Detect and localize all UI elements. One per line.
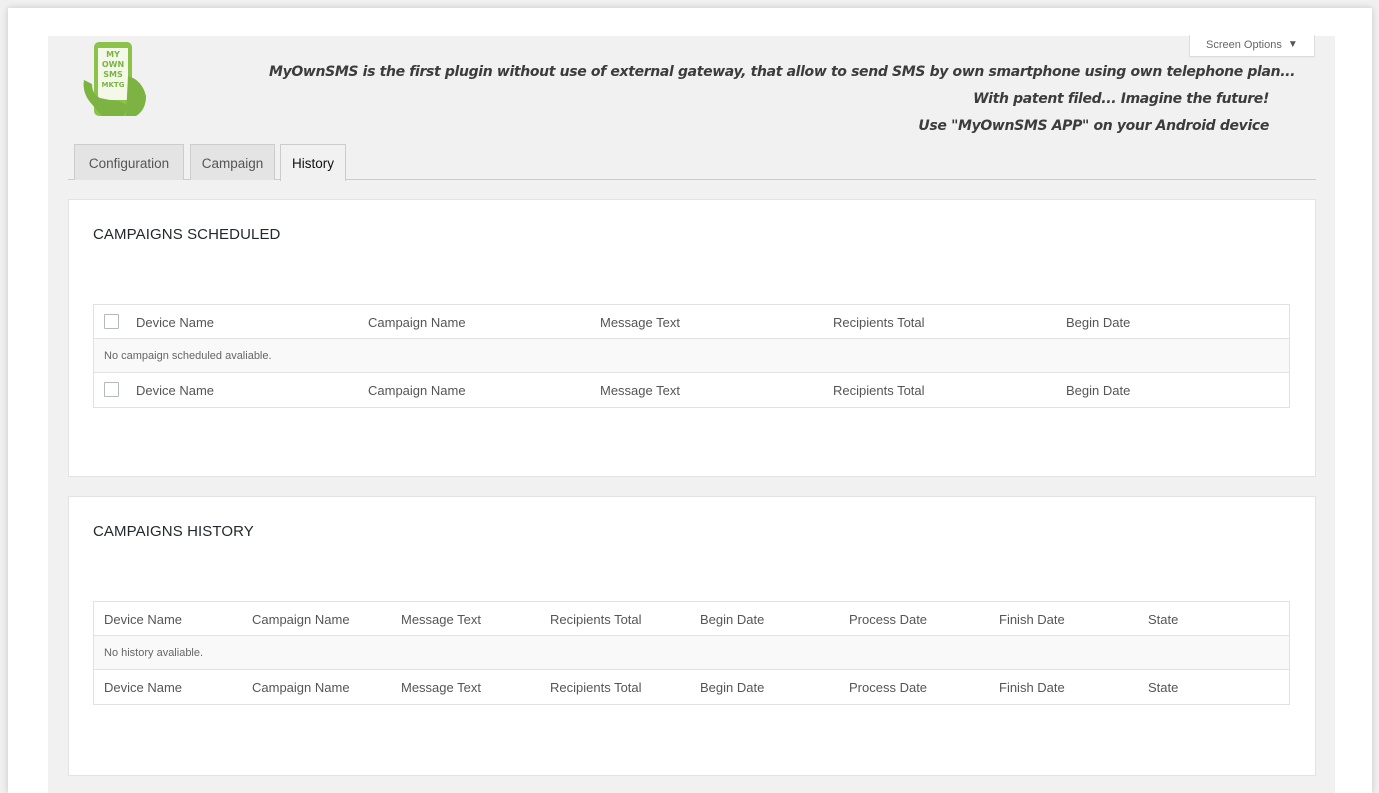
column-footer-message-text[interactable]: Message Text [600, 383, 680, 398]
plugin-tagline: MyOwnSMS is the first plugin without use… [269, 59, 1296, 140]
svg-text:MKTG: MKTG [102, 81, 125, 89]
myownsms-logo: MY OWN SMS MKTG [83, 42, 146, 116]
table-header-row: Device Name Campaign Name Message Text R… [94, 602, 1289, 636]
column-footer-begin-date[interactable]: Begin Date [1066, 383, 1130, 398]
column-header-device-name[interactable]: Device Name [136, 315, 214, 330]
column-header-device-name[interactable]: Device Name [104, 612, 182, 627]
column-footer-campaign-name[interactable]: Campaign Name [368, 383, 466, 398]
column-header-message-text[interactable]: Message Text [600, 315, 680, 330]
column-footer-state[interactable]: State [1148, 680, 1178, 695]
column-header-recipients-total[interactable]: Recipients Total [833, 315, 925, 330]
tab-history[interactable]: History [280, 144, 346, 181]
column-footer-device-name[interactable]: Device Name [136, 383, 214, 398]
empty-message: No campaign scheduled avaliable. [104, 350, 272, 362]
tab-campaign[interactable]: Campaign [190, 144, 275, 180]
select-all-checkbox-footer[interactable] [104, 382, 119, 397]
table-footer-row: Device Name Campaign Name Message Text R… [94, 373, 1289, 407]
campaigns-history-title: CAMPAIGNS HISTORY [93, 523, 254, 540]
column-header-state[interactable]: State [1148, 612, 1178, 627]
tab-campaign-label: Campaign [201, 156, 264, 171]
column-header-begin-date[interactable]: Begin Date [700, 612, 764, 627]
nav-tabs: Configuration Campaign History [68, 144, 1316, 181]
campaigns-scheduled-title: CAMPAIGNS SCHEDULED [93, 226, 281, 243]
empty-message: No history avaliable. [104, 647, 204, 659]
column-footer-recipients-total[interactable]: Recipients Total [833, 383, 925, 398]
table-footer-row: Device Name Campaign Name Message Text R… [94, 670, 1289, 704]
screen-options-button[interactable]: Screen Options ▼ [1189, 35, 1315, 57]
campaigns-history-table: Device Name Campaign Name Message Text R… [93, 601, 1290, 705]
column-header-recipients-total[interactable]: Recipients Total [550, 612, 642, 627]
svg-text:OWN: OWN [102, 60, 124, 69]
tab-configuration[interactable]: Configuration [74, 144, 184, 180]
table-empty-row: No campaign scheduled avaliable. [94, 339, 1289, 373]
column-header-finish-date[interactable]: Finish Date [999, 612, 1065, 627]
column-footer-message-text[interactable]: Message Text [401, 680, 481, 695]
column-footer-device-name[interactable]: Device Name [104, 680, 182, 695]
tagline-line-1: MyOwnSMS is the first plugin without use… [269, 64, 1296, 80]
select-all-checkbox[interactable] [104, 314, 119, 329]
column-footer-begin-date[interactable]: Begin Date [700, 680, 764, 695]
campaigns-scheduled-table: Device Name Campaign Name Message Text R… [93, 304, 1290, 408]
column-footer-process-date[interactable]: Process Date [849, 680, 927, 695]
column-header-campaign-name[interactable]: Campaign Name [368, 315, 466, 330]
column-header-process-date[interactable]: Process Date [849, 612, 927, 627]
table-header-row: Device Name Campaign Name Message Text R… [94, 305, 1289, 339]
campaigns-history-panel: CAMPAIGNS HISTORY Device Name Campaign N… [68, 496, 1316, 776]
svg-text:SMS: SMS [103, 70, 123, 79]
tagline-line-2: With patent filed... Imagine the future! [973, 91, 1269, 107]
column-footer-finish-date[interactable]: Finish Date [999, 680, 1065, 695]
tab-history-label: History [291, 156, 334, 171]
tagline-line-3: Use "MyOwnSMS APP" on your Android devic… [918, 118, 1269, 134]
svg-text:MY: MY [106, 50, 120, 59]
column-footer-recipients-total[interactable]: Recipients Total [550, 680, 642, 695]
tab-configuration-label: Configuration [88, 156, 170, 171]
column-footer-campaign-name[interactable]: Campaign Name [252, 680, 350, 695]
column-header-message-text[interactable]: Message Text [401, 612, 481, 627]
table-empty-row: No history avaliable. [94, 636, 1289, 670]
column-header-begin-date[interactable]: Begin Date [1066, 315, 1130, 330]
triangle-down-icon: ▼ [1287, 39, 1298, 50]
column-header-campaign-name[interactable]: Campaign Name [252, 612, 350, 627]
campaigns-scheduled-panel: CAMPAIGNS SCHEDULED Device Name Campaign… [68, 199, 1316, 477]
screen-options-label: Screen Options [1206, 39, 1282, 51]
